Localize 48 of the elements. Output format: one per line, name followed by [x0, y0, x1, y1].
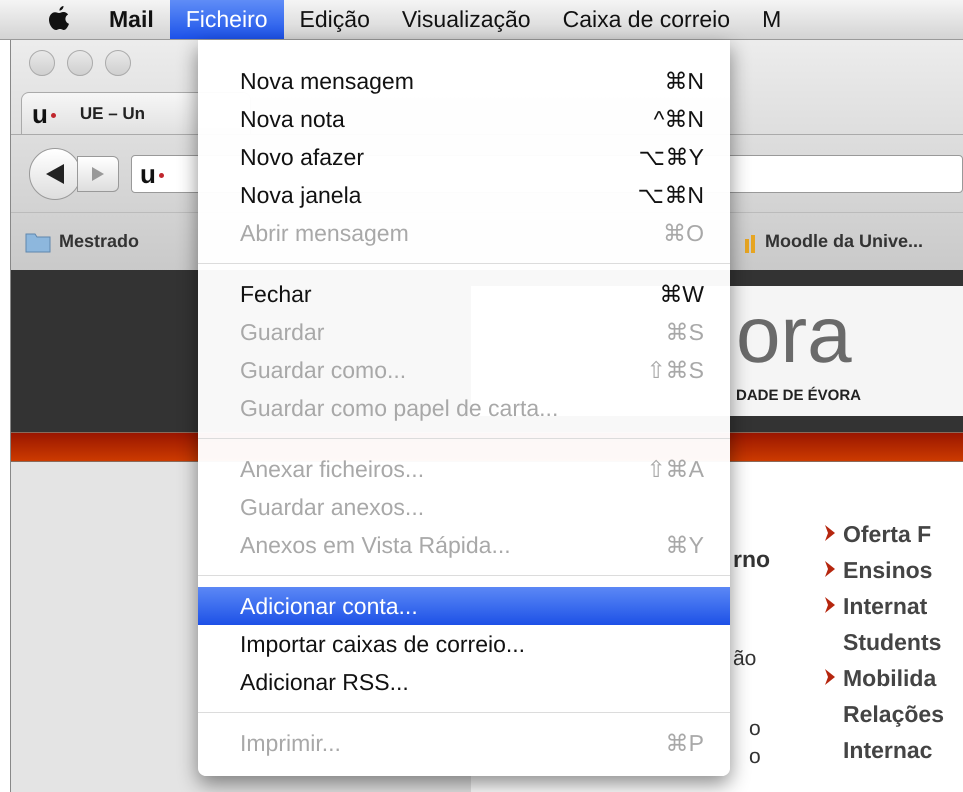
- shortcut-text: ⌘W: [659, 280, 704, 309]
- menu-item[interactable]: Nova janela ⌥⌘N: [198, 176, 730, 214]
- page-text: rno: [733, 545, 772, 574]
- logo-text: ora: [736, 294, 853, 375]
- menu-item[interactable]: Novo afazer ⌥⌘Y: [198, 138, 730, 176]
- bullet-arrow-icon: [825, 561, 835, 577]
- bullet-arrow-icon: [825, 669, 835, 685]
- shortcut-text: ⌘P: [666, 728, 704, 758]
- logo-subtitle: DADE DE ÉVORA: [736, 386, 862, 406]
- menu-item[interactable]: Adicionar conta...: [198, 587, 730, 625]
- menu-title[interactable]: Caixa de correio: [546, 0, 746, 39]
- forward-arrow-icon: [92, 166, 104, 180]
- window-button-icon[interactable]: [29, 50, 55, 76]
- bullet-arrow-icon: [825, 597, 835, 613]
- bookmark-item[interactable]: Mestrado: [25, 228, 140, 255]
- window-button-icon[interactable]: [67, 50, 93, 76]
- shortcut-text: ⇧⌘A: [646, 454, 704, 484]
- shortcut-text: ⌘S: [666, 318, 704, 347]
- menu-title[interactable]: M: [746, 0, 798, 39]
- menu-item[interactable]: Importar caixas de correio...: [198, 625, 730, 663]
- favicon-letter: u: [140, 160, 156, 186]
- shortcut-text: ⇧⌘S: [646, 356, 704, 385]
- tab-title: UE – Un: [80, 102, 146, 125]
- favicon-letter: u: [32, 100, 48, 126]
- window-button-icon[interactable]: [105, 50, 131, 76]
- bookmark-item[interactable]: Moodle da Unive...: [743, 228, 924, 255]
- menu-title[interactable]: Ficheiro: [170, 0, 284, 39]
- back-arrow-icon: [46, 164, 64, 184]
- nav-link[interactable]: Oferta F: [843, 516, 932, 552]
- shortcut-text: ⌘Y: [666, 530, 704, 560]
- page-text: ão: [733, 646, 758, 672]
- nav-link[interactable]: Ensinos: [843, 552, 932, 588]
- bullet-arrow-icon: [825, 525, 835, 541]
- menu-title[interactable]: Edição: [284, 0, 386, 39]
- page-text: o: [748, 716, 762, 742]
- shortcut-text: ^⌘N: [654, 104, 704, 134]
- nav-link[interactable]: Mobilida Relações Internac: [843, 660, 944, 768]
- nav-link[interactable]: Internat Students: [843, 588, 942, 660]
- menu-title[interactable]: Visualização: [386, 0, 547, 39]
- shortcut-text: ⌥⌘Y: [638, 142, 704, 172]
- menu-item[interactable]: Adicionar RSS...: [198, 663, 730, 701]
- app-menu[interactable]: Mail: [93, 0, 170, 39]
- page-text: o: [748, 744, 762, 770]
- folder-icon: [25, 230, 51, 252]
- menu-item[interactable]: Fechar ⌘W: [198, 275, 730, 313]
- shortcut-text: ⌘N: [664, 66, 704, 96]
- shortcut-text: ⌥⌘N: [637, 180, 704, 210]
- shortcut-text: ⌘O: [663, 218, 704, 248]
